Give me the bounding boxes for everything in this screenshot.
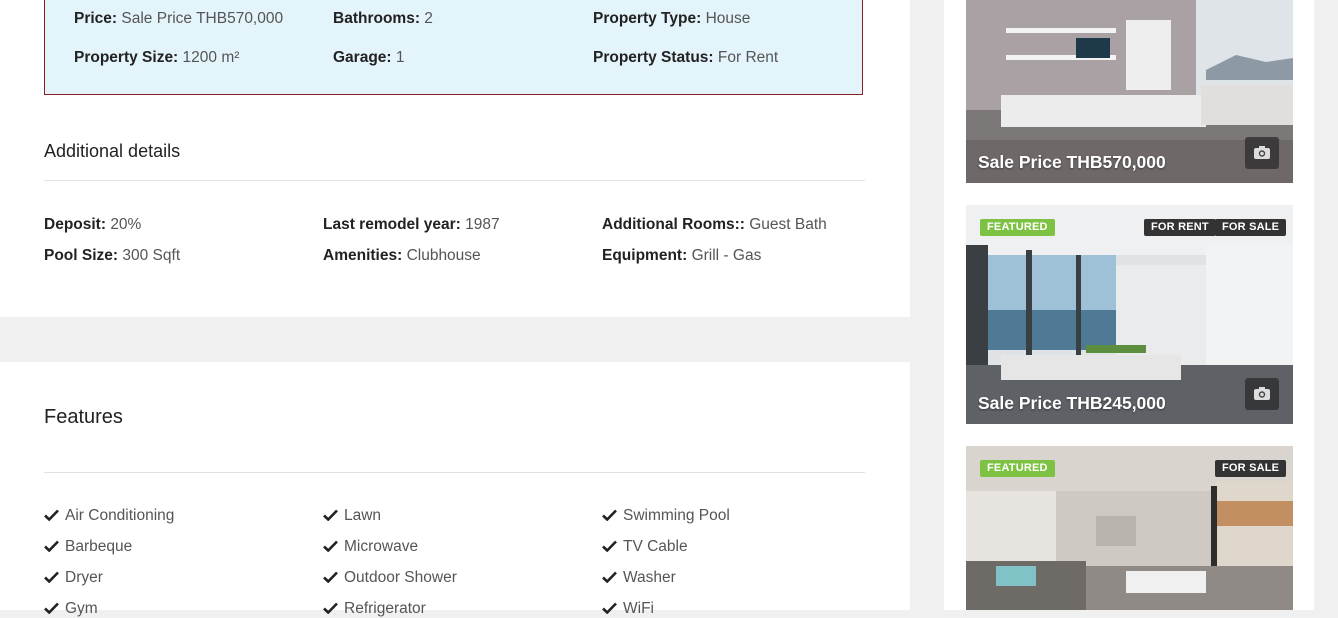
- feature-item: Swimming Pool: [602, 507, 730, 525]
- checkmark-icon: [602, 509, 617, 521]
- price-label: Price:: [74, 10, 118, 27]
- feature-label: Dryer: [65, 569, 103, 586]
- property-size-value: 1200 m²: [182, 49, 240, 66]
- for-sale-badge: FOR SALE: [1215, 460, 1287, 477]
- garage-field: Garage: 1: [333, 49, 405, 67]
- remodel-year-value: 1987: [465, 216, 500, 233]
- bathrooms-label: Bathrooms:: [333, 10, 420, 27]
- additional-rooms-field: Additional Rooms:: Guest Bath: [602, 216, 827, 234]
- feature-label: Refrigerator: [344, 600, 426, 617]
- remodel-year-field: Last remodel year: 1987: [323, 216, 500, 234]
- feature-item: TV Cable: [602, 538, 688, 556]
- additional-details-divider: [44, 180, 865, 181]
- feature-label: Air Conditioning: [65, 507, 175, 524]
- featured-badge: FEATURED: [980, 460, 1055, 477]
- checkmark-icon: [323, 509, 338, 521]
- features-divider: [44, 472, 865, 473]
- feature-label: Barbeque: [65, 538, 133, 555]
- feature-item: Gym: [44, 600, 98, 618]
- additional-rooms-label: Additional Rooms::: [602, 216, 745, 233]
- amenities-field: Amenities: Clubhouse: [323, 247, 481, 265]
- property-status-label: Property Status:: [593, 49, 714, 66]
- featured-badge: FEATURED: [980, 219, 1055, 236]
- feature-item: Refrigerator: [323, 600, 426, 618]
- checkmark-icon: [44, 540, 59, 552]
- additional-rooms-value: Guest Bath: [749, 216, 827, 233]
- checkmark-icon: [602, 571, 617, 583]
- feature-item: Microwave: [323, 538, 418, 556]
- feature-label: Microwave: [344, 538, 419, 555]
- garage-label: Garage:: [333, 49, 392, 66]
- related-listings-sidebar: Sale Price THB570,000 FEATURED FOR RENT …: [944, 0, 1314, 610]
- feature-label: Washer: [623, 569, 676, 586]
- checkmark-icon: [323, 540, 338, 552]
- property-type-label: Property Type:: [593, 10, 702, 27]
- features-card: Features Air Conditioning Lawn Swimming Po…: [0, 362, 910, 617]
- price-field: Price: Sale Price THB570,000: [74, 10, 283, 28]
- deposit-field: Deposit: 20%: [44, 216, 141, 234]
- property-type-field: Property Type: House: [593, 10, 750, 28]
- additional-details-title: Additional details: [44, 141, 181, 161]
- deposit-label: Deposit:: [44, 216, 106, 233]
- feature-item: Outdoor Shower: [323, 569, 457, 587]
- pool-size-label: Pool Size:: [44, 247, 119, 264]
- property-size-field: Property Size: 1200 m²: [74, 49, 239, 67]
- listing-card[interactable]: Sale Price THB570,000: [966, 0, 1293, 183]
- features-title: Features: [44, 406, 123, 428]
- feature-label: Swimming Pool: [623, 507, 730, 524]
- checkmark-icon: [602, 602, 617, 614]
- feature-label: TV Cable: [623, 538, 688, 555]
- checkmark-icon: [602, 540, 617, 552]
- checkmark-icon: [44, 602, 59, 614]
- feature-label: WiFi: [623, 600, 654, 617]
- feature-item: Washer: [602, 569, 676, 587]
- property-details-card: Price: Sale Price THB570,000 Bathrooms: …: [0, 0, 910, 317]
- for-sale-badge: FOR SALE: [1215, 219, 1287, 236]
- feature-label: Outdoor Shower: [344, 569, 457, 586]
- camera-icon: [1254, 146, 1270, 159]
- deposit-value: 20%: [110, 216, 142, 233]
- checkmark-icon: [323, 602, 338, 614]
- price-value: Sale Price THB570,000: [121, 10, 284, 27]
- feature-item: Dryer: [44, 569, 103, 587]
- feature-item: Lawn: [323, 507, 381, 525]
- feature-item: Barbeque: [44, 538, 132, 556]
- listing-price: Sale Price THB245,000: [978, 393, 1166, 413]
- for-rent-badge: FOR RENT: [1144, 219, 1216, 236]
- feature-label: Gym: [65, 600, 98, 617]
- equipment-value: Grill - Gas: [691, 247, 762, 264]
- checkmark-icon: [323, 571, 338, 583]
- equipment-label: Equipment:: [602, 247, 688, 264]
- photo-gallery-button[interactable]: [1245, 378, 1279, 410]
- bathrooms-value: 2: [424, 10, 433, 27]
- listing-card[interactable]: FEATURED FOR SALE: [966, 446, 1293, 610]
- property-overview-box: Price: Sale Price THB570,000 Bathrooms: …: [44, 0, 863, 95]
- checkmark-icon: [44, 571, 59, 583]
- listing-price: Sale Price THB570,000: [978, 152, 1166, 172]
- property-status-value: For Rent: [717, 49, 779, 66]
- equipment-field: Equipment: Grill - Gas: [602, 247, 761, 265]
- remodel-year-label: Last remodel year:: [323, 216, 461, 233]
- feature-item: WiFi: [602, 600, 654, 618]
- checkmark-icon: [44, 509, 59, 521]
- feature-label: Lawn: [344, 507, 382, 524]
- photo-gallery-button[interactable]: [1245, 137, 1279, 169]
- pool-size-field: Pool Size: 300 Sqft: [44, 247, 180, 265]
- amenities-label: Amenities:: [323, 247, 403, 264]
- amenities-value: Clubhouse: [406, 247, 481, 264]
- property-size-label: Property Size:: [74, 49, 179, 66]
- garage-value: 1: [395, 49, 405, 66]
- listing-photo: [966, 205, 1293, 424]
- property-type-value: House: [705, 10, 751, 27]
- bathrooms-field: Bathrooms: 2: [333, 10, 433, 28]
- feature-item: Air Conditioning: [44, 507, 174, 525]
- camera-icon: [1254, 387, 1270, 400]
- property-status-field: Property Status: For Rent: [593, 49, 778, 67]
- pool-size-value: 300 Sqft: [122, 247, 181, 264]
- listing-card[interactable]: FEATURED FOR RENT FOR SALE Sale Price TH…: [966, 205, 1293, 424]
